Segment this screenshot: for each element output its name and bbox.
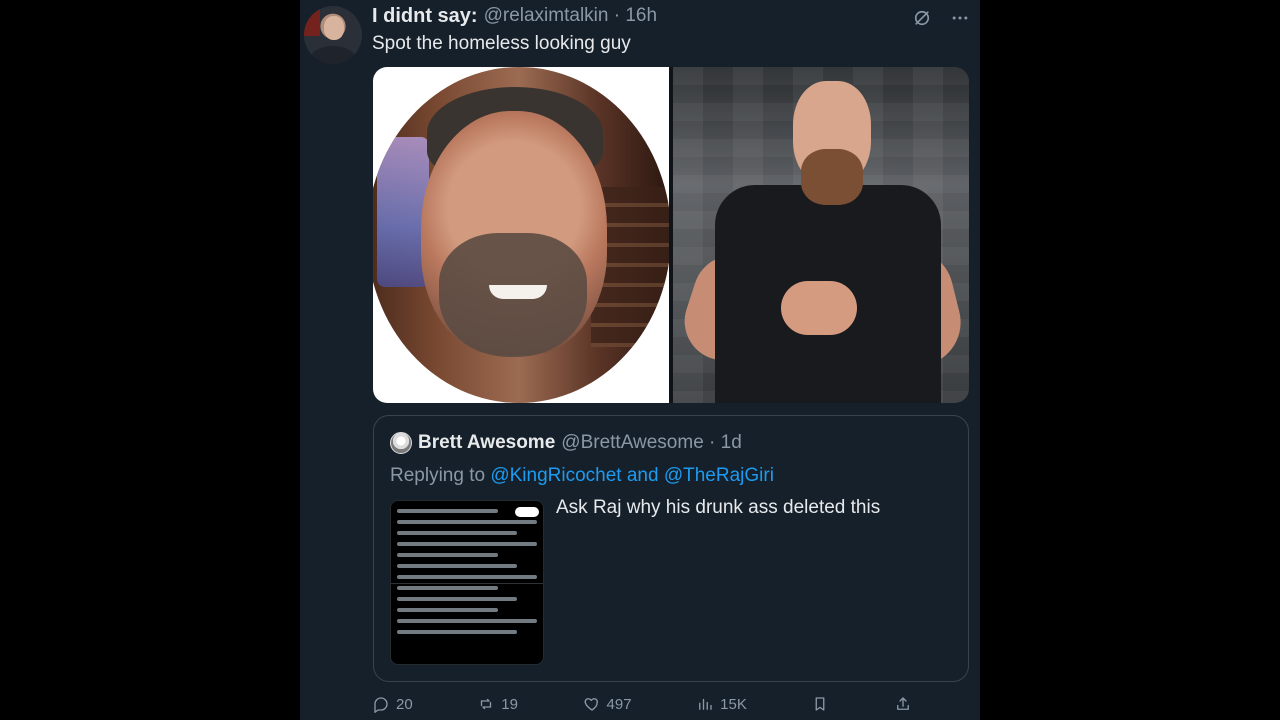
media-left-image[interactable]	[373, 67, 671, 403]
tweet-header: I didnt say: @relaximtalkin · 16h	[372, 4, 657, 28]
quoted-tweet-text: Ask Raj why his drunk ass deleted this	[556, 497, 881, 518]
quoted-author-handle-time[interactable]: @BrettAwesome · 1d	[561, 432, 742, 454]
tweet-actions-bar: 20 19 497 15K	[372, 692, 912, 716]
like-icon	[584, 698, 598, 711]
media-right-image[interactable]	[673, 67, 969, 403]
thumbnail-text-lines	[397, 509, 537, 641]
bookmark-button[interactable]	[811, 695, 829, 713]
author-handle-time[interactable]: @relaximtalkin · 16h	[484, 5, 657, 27]
thumbnail-line	[397, 509, 498, 513]
views-button[interactable]: 15K	[696, 695, 747, 713]
quoted-tweet-thumbnail[interactable]	[390, 500, 544, 665]
quoted-tweet[interactable]: Brett Awesome @BrettAwesome · 1d Replyin…	[373, 415, 969, 682]
quoted-tweet-header: Brett Awesome @BrettAwesome · 1d	[390, 432, 742, 454]
thumbnail-line	[397, 553, 498, 557]
thumbnail-line	[397, 520, 537, 524]
thumbnail-line	[397, 542, 537, 546]
repost-icon	[481, 698, 492, 710]
left-portrait-circle	[373, 67, 671, 403]
author-display-name[interactable]: I didnt say:	[372, 5, 478, 28]
reply-count: 20	[396, 695, 413, 713]
portrait-hands	[781, 281, 857, 335]
replying-to-prefix: Replying to	[390, 465, 491, 486]
share-icon	[897, 697, 909, 710]
thumbnail-line	[397, 575, 537, 579]
bookmark-icon	[815, 697, 825, 711]
thumbnail-line	[397, 531, 518, 535]
portrait-smile	[489, 285, 547, 299]
like-count: 497	[606, 695, 632, 713]
portrait-beard	[801, 149, 863, 205]
thumbnail-line	[397, 597, 518, 601]
replying-to-mentions[interactable]: @KingRicochet and @TheRajGiri	[490, 465, 774, 486]
thumbnail-line	[397, 586, 498, 590]
tweet-media[interactable]	[373, 67, 969, 403]
views-count: 15K	[720, 695, 747, 713]
author-avatar[interactable]	[304, 6, 362, 64]
header-actions	[910, 6, 972, 30]
reply-button[interactable]: 20	[372, 695, 413, 713]
more-icon[interactable]	[948, 6, 972, 30]
like-button[interactable]: 497	[583, 695, 632, 713]
views-icon	[699, 698, 712, 710]
quoted-author-display-name[interactable]: Brett Awesome	[418, 432, 555, 454]
repost-button[interactable]: 19	[477, 695, 518, 713]
replying-to-line: Replying to @KingRicochet and @TheRajGir…	[390, 464, 774, 488]
repost-count: 19	[501, 695, 518, 713]
thumbnail-line	[397, 608, 498, 612]
thumbnail-line	[397, 630, 518, 634]
thumbnail-line	[397, 619, 537, 623]
share-button[interactable]	[894, 695, 912, 713]
reply-icon	[374, 697, 388, 713]
tweet-card: I didnt say: @relaximtalkin · 16h Spot t…	[300, 0, 980, 720]
avatar-head	[324, 16, 344, 40]
avatar-background-glow	[304, 6, 320, 36]
tweet-text: Spot the homeless looking guy	[372, 33, 631, 54]
thumbnail-line	[397, 564, 518, 568]
thumbnail-separator	[391, 583, 543, 584]
avatar-shoulders	[310, 46, 356, 64]
grok-icon[interactable]	[910, 6, 934, 30]
quoted-author-avatar[interactable]	[390, 432, 412, 454]
